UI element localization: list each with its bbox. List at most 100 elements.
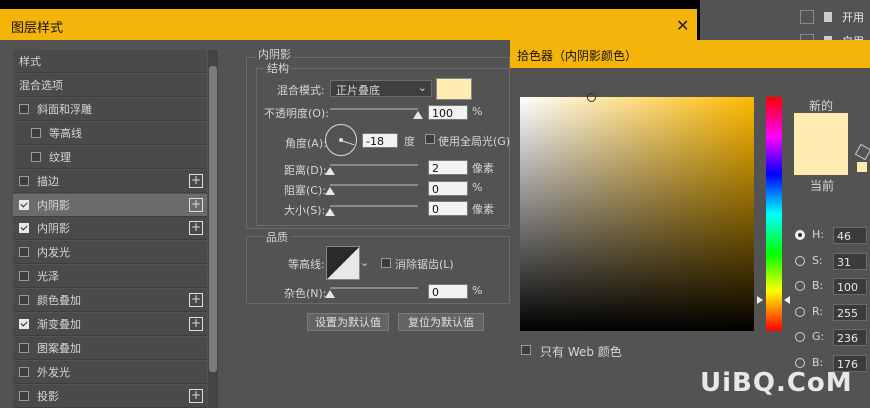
size-slider[interactable] bbox=[330, 205, 418, 207]
style-list-item-label: 图案叠加 bbox=[37, 341, 81, 355]
contour-label: 等高线: bbox=[288, 258, 325, 271]
add-effect-icon[interactable]: + bbox=[189, 388, 203, 403]
noise-slider-handle[interactable] bbox=[325, 290, 335, 298]
contour-preview[interactable] bbox=[326, 246, 360, 280]
web-safe-swatch[interactable] bbox=[857, 162, 867, 172]
style-checkbox[interactable] bbox=[19, 223, 29, 234]
style-list-item[interactable]: 等高线 bbox=[13, 121, 207, 145]
color-mode-radio[interactable] bbox=[795, 306, 805, 317]
style-checkbox[interactable] bbox=[19, 366, 29, 377]
color-mode-radio[interactable] bbox=[795, 230, 805, 240]
color-field-input[interactable]: 31 bbox=[833, 252, 867, 270]
dialog-title-bar: 图层样式 ✕ bbox=[0, 9, 697, 40]
style-list-item[interactable]: 斜面和浮雕 bbox=[13, 97, 207, 121]
distance-slider[interactable] bbox=[330, 164, 418, 166]
hue-slider-left-handle[interactable] bbox=[757, 296, 763, 304]
style-list-item[interactable]: 内阴影 + bbox=[13, 193, 207, 217]
color-mode-radio[interactable] bbox=[795, 358, 805, 368]
style-list-item[interactable]: 纹理 bbox=[13, 145, 207, 169]
global-light-label: 使用全局光(G) bbox=[438, 135, 511, 148]
current-color-label: 当前 bbox=[810, 179, 835, 193]
web-only-checkbox[interactable] bbox=[521, 345, 531, 355]
color-picker-title-bar: 拾色器（内阴影颜色） bbox=[510, 40, 870, 68]
reset-default-button[interactable]: 复位为默认值 bbox=[398, 313, 484, 331]
add-effect-icon[interactable]: + bbox=[189, 293, 203, 308]
quality-title: 品质 bbox=[264, 229, 290, 245]
style-checkbox[interactable] bbox=[19, 319, 29, 329]
noise-slider[interactable] bbox=[330, 287, 418, 289]
color-field-label: R: bbox=[812, 304, 824, 318]
new-color-preview bbox=[794, 113, 848, 175]
style-checkbox[interactable] bbox=[19, 390, 29, 401]
style-list-item[interactable]: 内发光 bbox=[13, 241, 207, 265]
style-list-item-label: 渐变叠加 bbox=[37, 318, 81, 331]
choke-label: 阻塞(C): bbox=[284, 184, 326, 197]
chevron-down-icon: ⌄ bbox=[417, 81, 427, 94]
size-input[interactable]: 0 bbox=[428, 201, 468, 216]
web-only-label: 只有 Web 颜色 bbox=[540, 345, 622, 359]
global-light-checkbox[interactable] bbox=[425, 134, 435, 144]
pixel-unit: 像素 bbox=[472, 203, 494, 216]
style-list-item[interactable]: 图案叠加 bbox=[13, 336, 207, 360]
size-slider-handle[interactable] bbox=[325, 208, 335, 216]
style-list-item[interactable]: 渐变叠加 + bbox=[13, 313, 207, 336]
style-checkbox[interactable] bbox=[19, 271, 29, 282]
style-list-item[interactable]: 混合选项 bbox=[13, 74, 207, 97]
choke-slider-handle[interactable] bbox=[325, 187, 335, 195]
style-list-item[interactable]: 内阴影 + bbox=[13, 217, 207, 241]
scrollbar-thumb[interactable] bbox=[209, 66, 217, 372]
add-effect-icon[interactable]: + bbox=[189, 173, 203, 188]
add-effect-icon[interactable]: + bbox=[189, 221, 203, 236]
style-checkbox[interactable] bbox=[19, 175, 29, 186]
opacity-input[interactable]: 100 bbox=[428, 105, 468, 120]
close-icon[interactable]: ✕ bbox=[676, 16, 689, 35]
opacity-label: 不透明度(O): bbox=[264, 107, 329, 120]
style-list-item[interactable]: 光泽 bbox=[13, 265, 207, 289]
opacity-slider-handle[interactable] bbox=[413, 111, 423, 119]
style-checkbox[interactable] bbox=[19, 103, 29, 114]
choke-input[interactable]: 0 bbox=[428, 181, 468, 196]
color-field-input[interactable]: 46 bbox=[833, 227, 867, 244]
color-picker-title: 拾色器（内阴影颜色） bbox=[517, 49, 638, 63]
style-checkbox[interactable] bbox=[31, 151, 41, 162]
blend-mode-label: 混合模式: bbox=[277, 84, 325, 97]
size-label: 大小(S): bbox=[284, 204, 326, 217]
style-checkbox[interactable] bbox=[19, 295, 29, 306]
hue-slider[interactable] bbox=[766, 97, 782, 331]
add-effect-icon[interactable]: + bbox=[189, 317, 203, 331]
style-checkbox[interactable] bbox=[31, 127, 41, 138]
angle-dial[interactable] bbox=[325, 124, 357, 156]
hue-slider-right-handle[interactable] bbox=[784, 296, 790, 304]
choke-slider[interactable] bbox=[330, 184, 418, 186]
color-field-input[interactable]: 100 bbox=[833, 278, 867, 296]
antialias-checkbox[interactable] bbox=[381, 258, 391, 268]
style-list-item-label: 等高线 bbox=[49, 126, 82, 140]
style-list-item[interactable]: 外发光 bbox=[13, 360, 207, 384]
blend-mode-select[interactable]: 正片叠底 ⌄ bbox=[330, 80, 432, 97]
noise-input[interactable]: 0 bbox=[428, 284, 468, 299]
style-list-item[interactable]: 颜色叠加 + bbox=[13, 289, 207, 313]
opacity-slider[interactable] bbox=[330, 108, 418, 110]
style-checkbox[interactable] bbox=[19, 342, 29, 353]
style-list-item[interactable]: 描边 + bbox=[13, 169, 207, 193]
style-list-item-label: 内阴影 bbox=[37, 222, 70, 236]
background-row: 开用 bbox=[750, 8, 870, 26]
style-checkbox[interactable] bbox=[19, 199, 29, 210]
style-list-item[interactable]: 投影 + bbox=[13, 384, 207, 408]
angle-input[interactable]: -18 bbox=[362, 133, 398, 148]
distance-slider-handle[interactable] bbox=[325, 167, 335, 175]
add-effect-icon[interactable]: + bbox=[189, 197, 203, 212]
color-field-input[interactable]: 236 bbox=[833, 329, 867, 347]
set-default-button[interactable]: 设置为默认值 bbox=[307, 313, 389, 331]
style-list-header[interactable]: 样式 bbox=[13, 50, 207, 73]
shadow-color-swatch[interactable] bbox=[436, 78, 472, 100]
chevron-down-icon[interactable]: ⌄ bbox=[360, 256, 369, 269]
color-field-input[interactable]: 255 bbox=[833, 303, 867, 321]
distance-input[interactable]: 2 bbox=[428, 160, 468, 175]
style-checkbox[interactable] bbox=[19, 247, 29, 258]
dialog-title: 图层样式 bbox=[11, 21, 64, 36]
style-list-item-label: 内阴影 bbox=[37, 198, 70, 212]
color-field-marker[interactable] bbox=[587, 93, 596, 102]
saturation-brightness-field[interactable] bbox=[520, 97, 754, 331]
color-mode-radio[interactable] bbox=[795, 255, 805, 266]
